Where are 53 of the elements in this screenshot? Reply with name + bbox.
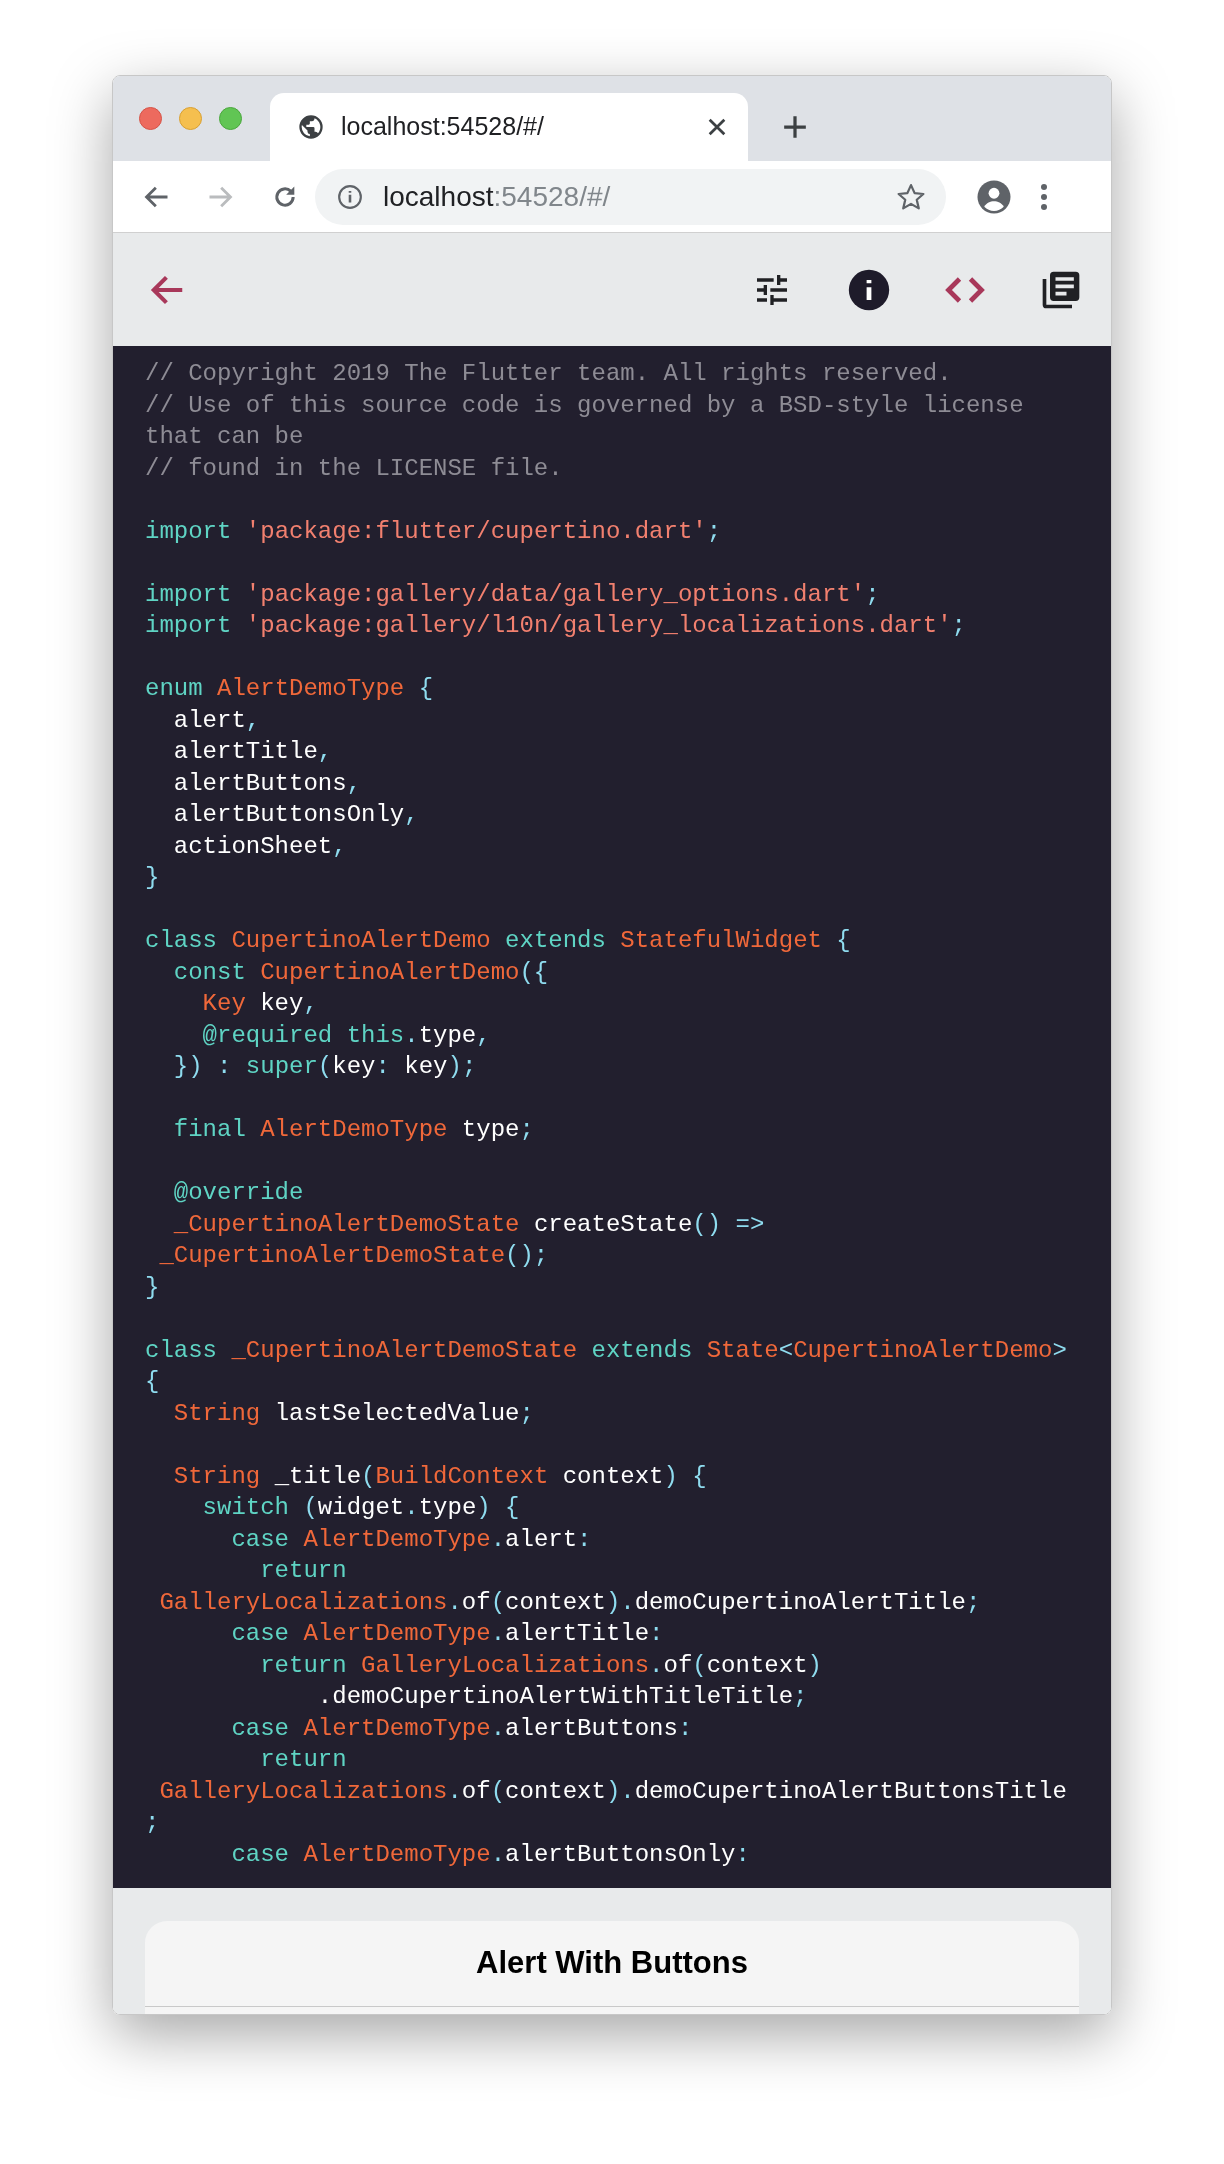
code-line: case AlertDemoType.alertButtonsOnly: [230,1840,750,1868]
code-line: return GalleryLocalizations.of(context) [259,1651,822,1679]
menu-icon[interactable] [1040,182,1048,211]
code-line: import 'package:gallery/l10n/gallery_localizations.dart'; [145,612,966,639]
alert-title: Alert With Buttons [476,1944,748,1983]
code-line: _CupertinoAlertDemoState createState() => [172,1210,765,1238]
code-line: } [145,1273,160,1301]
code-line: return [259,1557,347,1584]
profile-icon[interactable] [976,178,1012,215]
code-line: String lastSelectedValue; [172,1399,534,1427]
code-line: enum AlertDemoType { [145,675,434,702]
code-line: GalleryLocalizations.of(context).demoCupertinoAlertButtonsTitle [158,1777,1067,1805]
code-line: ; [145,1809,160,1836]
code-line: import 'package:gallery/data/gallery_options.dart'; [145,580,880,608]
address-bar[interactable]: localhost:54528/#/ [315,168,946,225]
code-line: class CupertinoAlertDemo extends StatefulWidget { [145,927,851,954]
code-line: @override [172,1179,304,1206]
code-line: { [145,1368,160,1395]
info-icon[interactable] [847,267,891,312]
code-line: alert, [172,706,261,734]
code-line: case AlertDemoType.alert: [230,1525,592,1553]
code-line: switch (widget.type) { [201,1494,520,1521]
code-line: GalleryLocalizations.of(context).demoCupertinoAlertTitle; [158,1588,981,1616]
browser-tab[interactable]: localhost:54528/#/ [270,93,748,161]
globe-icon [297,113,325,141]
code-line: // Use of this source code is governed by a BSD-style license [145,391,1024,419]
close-window-button[interactable] [139,107,162,130]
tab-title: localhost:54528/#/ [341,111,544,143]
code-line: case AlertDemoType.alertButtons: [230,1714,693,1742]
url-text: localhost:54528/#/ [383,179,611,214]
code-line: alertTitle, [172,738,333,765]
code-line: }) : super(key: key); [172,1053,477,1080]
code-line: import 'package:flutter/cupertino.dart'; [145,517,722,545]
code-line: _CupertinoAlertDemoState(); [158,1242,549,1269]
code-line: String _title(BuildContext context) { [172,1462,707,1490]
code-line: Key key, [201,990,318,1017]
code-line: // Copyright 2019 The Flutter team. All rights reserved. [145,360,952,387]
code-line: return [259,1746,347,1773]
code-line: } [145,864,160,891]
code-line: alertButtons, [172,769,362,797]
star-icon[interactable] [896,181,926,212]
code-line: // found in the LICENSE file. [145,454,563,482]
code-line: class _CupertinoAlertDemoState extends State<CupertinoAlertDemo> [145,1336,1067,1364]
code-line: @required this.type, [201,1021,491,1049]
new-tab-icon[interactable] [782,114,808,140]
code-line: alertButtonsOnly, [172,801,419,828]
code-line: final AlertDemoType type; [172,1116,534,1143]
code-line: case AlertDemoType.alertTitle: [230,1620,664,1647]
close-icon[interactable] [706,116,728,138]
code-line: const CupertinoAlertDemo({ [172,958,549,986]
code-line: actionSheet, [172,832,347,860]
code-line: .demoCupertinoAlertWithTitleTitle; [316,1683,808,1710]
code-line: that can be [145,423,304,450]
